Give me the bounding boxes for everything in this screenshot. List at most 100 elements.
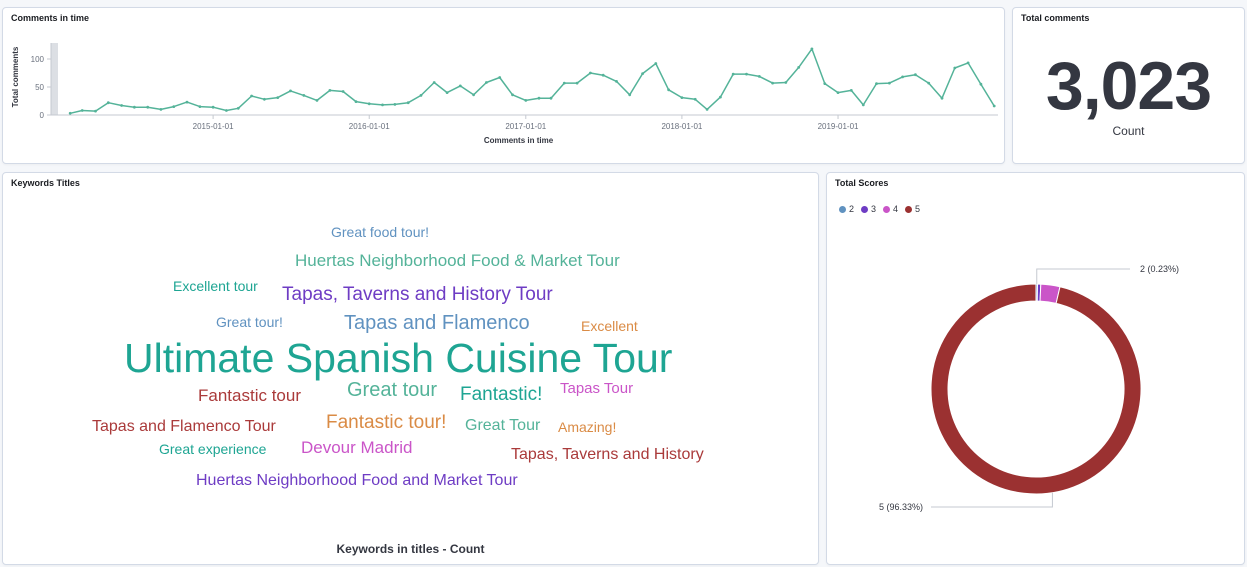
data-point: [419, 94, 423, 97]
data-point: [654, 62, 658, 65]
data-point: [992, 104, 996, 108]
data-point: [628, 93, 632, 97]
panel-total-scores: Total Scores 2 3 4 5 2 (0.23%) 5 (96.33%): [826, 172, 1245, 565]
data-point: [472, 93, 475, 97]
data-point: [836, 91, 840, 94]
data-point: [198, 105, 202, 108]
data-point: [354, 100, 358, 103]
y-axis-label: Total comments: [11, 46, 20, 107]
data-point: [693, 97, 697, 101]
word[interactable]: Great Tour: [465, 418, 540, 434]
y-tick-label: 50: [35, 83, 44, 92]
data-point: [133, 105, 136, 109]
metric-label: Count: [1112, 124, 1145, 138]
data-point: [797, 66, 801, 69]
x-tick-label: 2017-01-01: [505, 122, 546, 131]
data-point: [263, 97, 266, 101]
data-point: [549, 96, 553, 100]
data-point: [302, 94, 306, 97]
word[interactable]: Huertas Neighborhood Food and Market Tou…: [196, 473, 518, 489]
data-point: [562, 81, 566, 85]
data-point: [901, 75, 904, 79]
word[interactable]: Tapas Tour: [560, 381, 633, 396]
data-point: [94, 109, 97, 113]
word[interactable]: Great tour: [347, 380, 437, 400]
y-tick-label: 100: [31, 55, 45, 64]
word[interactable]: Huertas Neighborhood Food & Market Tour: [295, 252, 620, 269]
data-point: [875, 82, 878, 85]
data-point: [914, 73, 917, 77]
word[interactable]: Fantastic!: [460, 385, 542, 404]
data-point: [575, 81, 579, 85]
word[interactable]: Devour Madrid: [301, 439, 413, 456]
data-point: [80, 109, 84, 112]
callout-line: [931, 492, 1053, 508]
data-point: [432, 81, 436, 84]
data-point: [341, 90, 345, 93]
metric-value: 3,023: [1045, 48, 1212, 124]
data-point: [511, 93, 514, 97]
x-tick-label: 2016-01-01: [349, 122, 390, 131]
word[interactable]: Great food tour!: [331, 225, 429, 239]
data-point: [393, 103, 397, 106]
data-point: [106, 101, 110, 105]
word[interactable]: Great experience: [159, 442, 266, 456]
x-tick-label: 2018-01-01: [661, 122, 702, 131]
x-tick-label: 2015-01-01: [193, 122, 234, 131]
data-point: [953, 66, 957, 70]
panel-total-comments: Total comments 3,023 Count: [1012, 7, 1245, 164]
data-point: [406, 101, 410, 105]
series-line: [70, 48, 995, 115]
data-point: [705, 108, 709, 111]
data-point: [498, 76, 502, 79]
data-point: [861, 103, 865, 107]
data-point: [927, 81, 931, 85]
data-point: [172, 105, 176, 108]
data-point: [888, 81, 891, 85]
data-point: [601, 73, 605, 77]
panel-title: Total comments: [1021, 13, 1090, 23]
word[interactable]: Tapas, Taverns and History Tour: [282, 285, 553, 304]
word[interactable]: Tapas and Flamenco Tour: [92, 419, 276, 435]
data-point: [615, 80, 618, 83]
data-point: [680, 96, 684, 99]
word[interactable]: Great tour!: [216, 315, 283, 329]
data-point: [485, 81, 488, 84]
word[interactable]: Tapas, Taverns and History: [511, 447, 704, 463]
panel-title: Keywords Titles: [11, 178, 80, 188]
data-point: [159, 108, 163, 111]
data-point: [146, 105, 150, 109]
callout-label: 2 (0.23%): [1140, 264, 1179, 274]
x-axis-label: Comments in time: [484, 136, 554, 145]
data-point: [367, 102, 371, 106]
word[interactable]: Tapas and Flamenco: [344, 313, 530, 333]
data-point: [823, 82, 827, 85]
data-point: [276, 96, 280, 99]
data-point: [289, 89, 292, 93]
word[interactable]: Ultimate Spanish Cuisine Tour: [124, 338, 672, 379]
y-tick-label: 0: [40, 111, 45, 120]
data-point: [784, 81, 788, 84]
data-point: [524, 99, 528, 102]
data-point: [745, 72, 748, 76]
donut-chart: 2 (0.23%) 5 (96.33%): [879, 264, 1179, 512]
data-point: [315, 99, 319, 102]
data-point: [458, 84, 462, 88]
callout-label: 5 (96.33%): [879, 502, 923, 512]
data-point: [731, 72, 735, 76]
data-point: [757, 75, 761, 78]
data-point: [211, 105, 215, 109]
data-point: [250, 94, 254, 98]
word[interactable]: Fantastic tour!: [326, 413, 446, 432]
data-point: [185, 100, 189, 104]
data-point: [68, 111, 72, 115]
word[interactable]: Excellent: [581, 319, 638, 333]
word[interactable]: Fantastic tour: [198, 387, 301, 404]
word[interactable]: Amazing!: [558, 420, 616, 434]
pie-slice: [930, 283, 1142, 495]
line-chart: 0 50 100 Total comments 2015-01-01 2016-01-01…: [11, 43, 998, 145]
data-point: [328, 89, 332, 92]
data-point: [641, 72, 644, 75]
data-point: [719, 95, 722, 99]
word[interactable]: Excellent tour: [173, 279, 258, 293]
